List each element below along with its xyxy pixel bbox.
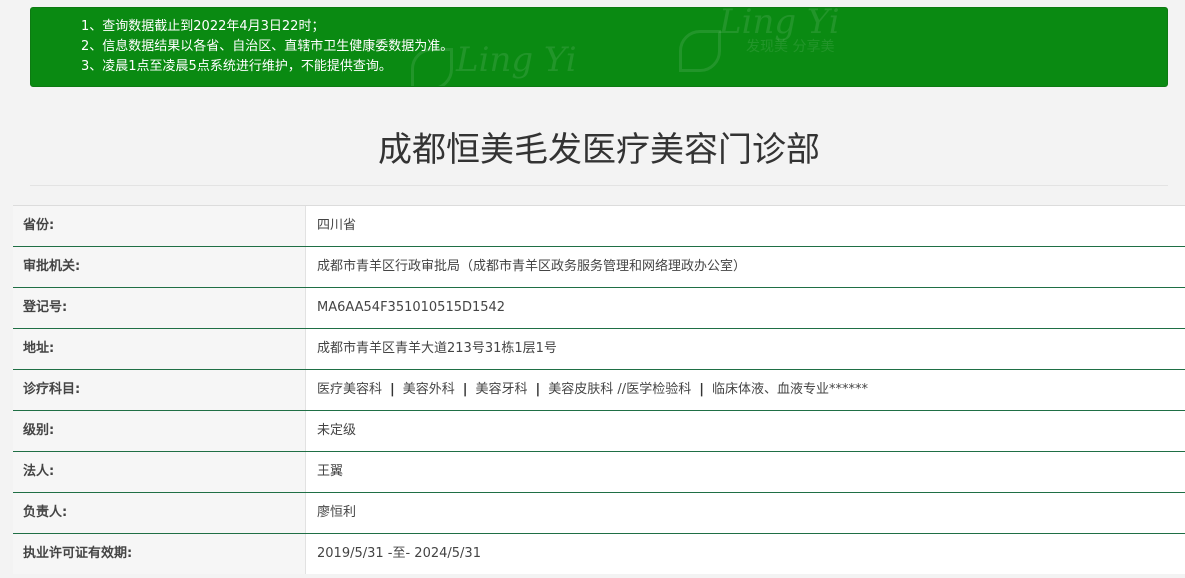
row-value: 未定级	[306, 411, 1185, 451]
department-item: 临床体液、血液专业******	[711, 382, 868, 397]
row-value: 廖恒利	[306, 493, 1185, 533]
table-row-departments: 诊疗科目: 医疗美容科 | 美容外科 | 美容牙科 | 美容皮肤科 //医学检验科 | 临床体液…	[13, 369, 1185, 410]
department-item: 美容外科	[402, 382, 455, 397]
department-separator: |	[462, 382, 468, 397]
table-row-legal-person: 法人: 王翼	[13, 451, 1185, 492]
department-item: 医疗美容科	[317, 382, 383, 397]
row-label: 诊疗科目:	[13, 370, 306, 410]
row-label: 执业许可证有效期:	[13, 534, 306, 574]
row-value: 成都市青羊区行政审批局（成都市青羊区政务服务管理和网络理政办公室）	[306, 247, 1185, 287]
row-label: 地址:	[13, 329, 306, 369]
watermark-text: Ling Yi	[719, 7, 840, 42]
department-separator: |	[535, 382, 541, 397]
department-item: 美容牙科	[475, 382, 528, 397]
notice-item: 1、查询数据截止到2022年4月3日22时；	[81, 19, 325, 34]
watermark-leaf-icon	[679, 30, 721, 72]
info-table: 省份: 四川省 审批机关: 成都市青羊区行政审批局（成都市青羊区政务服务管理和网…	[13, 205, 1185, 574]
row-label: 级别:	[13, 411, 306, 451]
department-item: 美容皮肤科 //医学检验科	[548, 382, 692, 397]
department-separator: |	[390, 382, 395, 397]
row-label: 负责人:	[13, 493, 306, 533]
row-value: 成都市青羊区青羊大道213号31栋1层1号	[306, 329, 1185, 369]
row-label: 省份:	[13, 206, 306, 246]
table-row-address: 地址: 成都市青羊区青羊大道213号31栋1层1号	[13, 328, 1185, 369]
notice-item: 3、凌晨1点至凌晨5点系统进行维护，不能提供查询。	[81, 59, 392, 74]
title-divider	[30, 185, 1168, 186]
table-row-province: 省份: 四川省	[13, 205, 1185, 246]
row-label: 法人:	[13, 452, 306, 492]
row-value: 四川省	[306, 206, 1185, 246]
department-separator: |	[699, 382, 704, 397]
row-value: 王翼	[306, 452, 1185, 492]
row-label: 审批机关:	[13, 247, 306, 287]
row-label: 登记号:	[13, 288, 306, 328]
watermark-slogan: 发现美 分享美	[746, 39, 835, 55]
page-title: 成都恒美毛发医疗美容门诊部	[378, 130, 820, 170]
row-value: 医疗美容科 | 美容外科 | 美容牙科 | 美容皮肤科 //医学检验科 | 临床体液、血液专业*…	[306, 370, 1185, 410]
watermark-text: Ling Yi	[456, 40, 577, 80]
notice-list: 1、查询数据截止到2022年4月3日22时； 2、信息数据结果以各省、自治区、直…	[81, 17, 453, 77]
table-row-registration-number: 登记号: MA6AA54F351010515D1542	[13, 287, 1185, 328]
row-value: 2019/5/31 -至- 2024/5/31	[306, 534, 1185, 574]
row-value: MA6AA54F351010515D1542	[306, 288, 1185, 328]
table-row-person-in-charge: 负责人: 廖恒利	[13, 492, 1185, 533]
notice-item: 2、信息数据结果以各省、自治区、直辖市卫生健康委数据为准。	[81, 39, 454, 54]
notice-banner: Ling Yi Ling Yi 发现美 分享美 1、查询数据截止到2022年4月…	[30, 7, 1168, 87]
table-row-license-validity: 执业许可证有效期: 2019/5/31 -至- 2024/5/31	[13, 533, 1185, 574]
table-row-approval-authority: 审批机关: 成都市青羊区行政审批局（成都市青羊区政务服务管理和网络理政办公室）	[13, 246, 1185, 287]
table-row-level: 级别: 未定级	[13, 410, 1185, 451]
